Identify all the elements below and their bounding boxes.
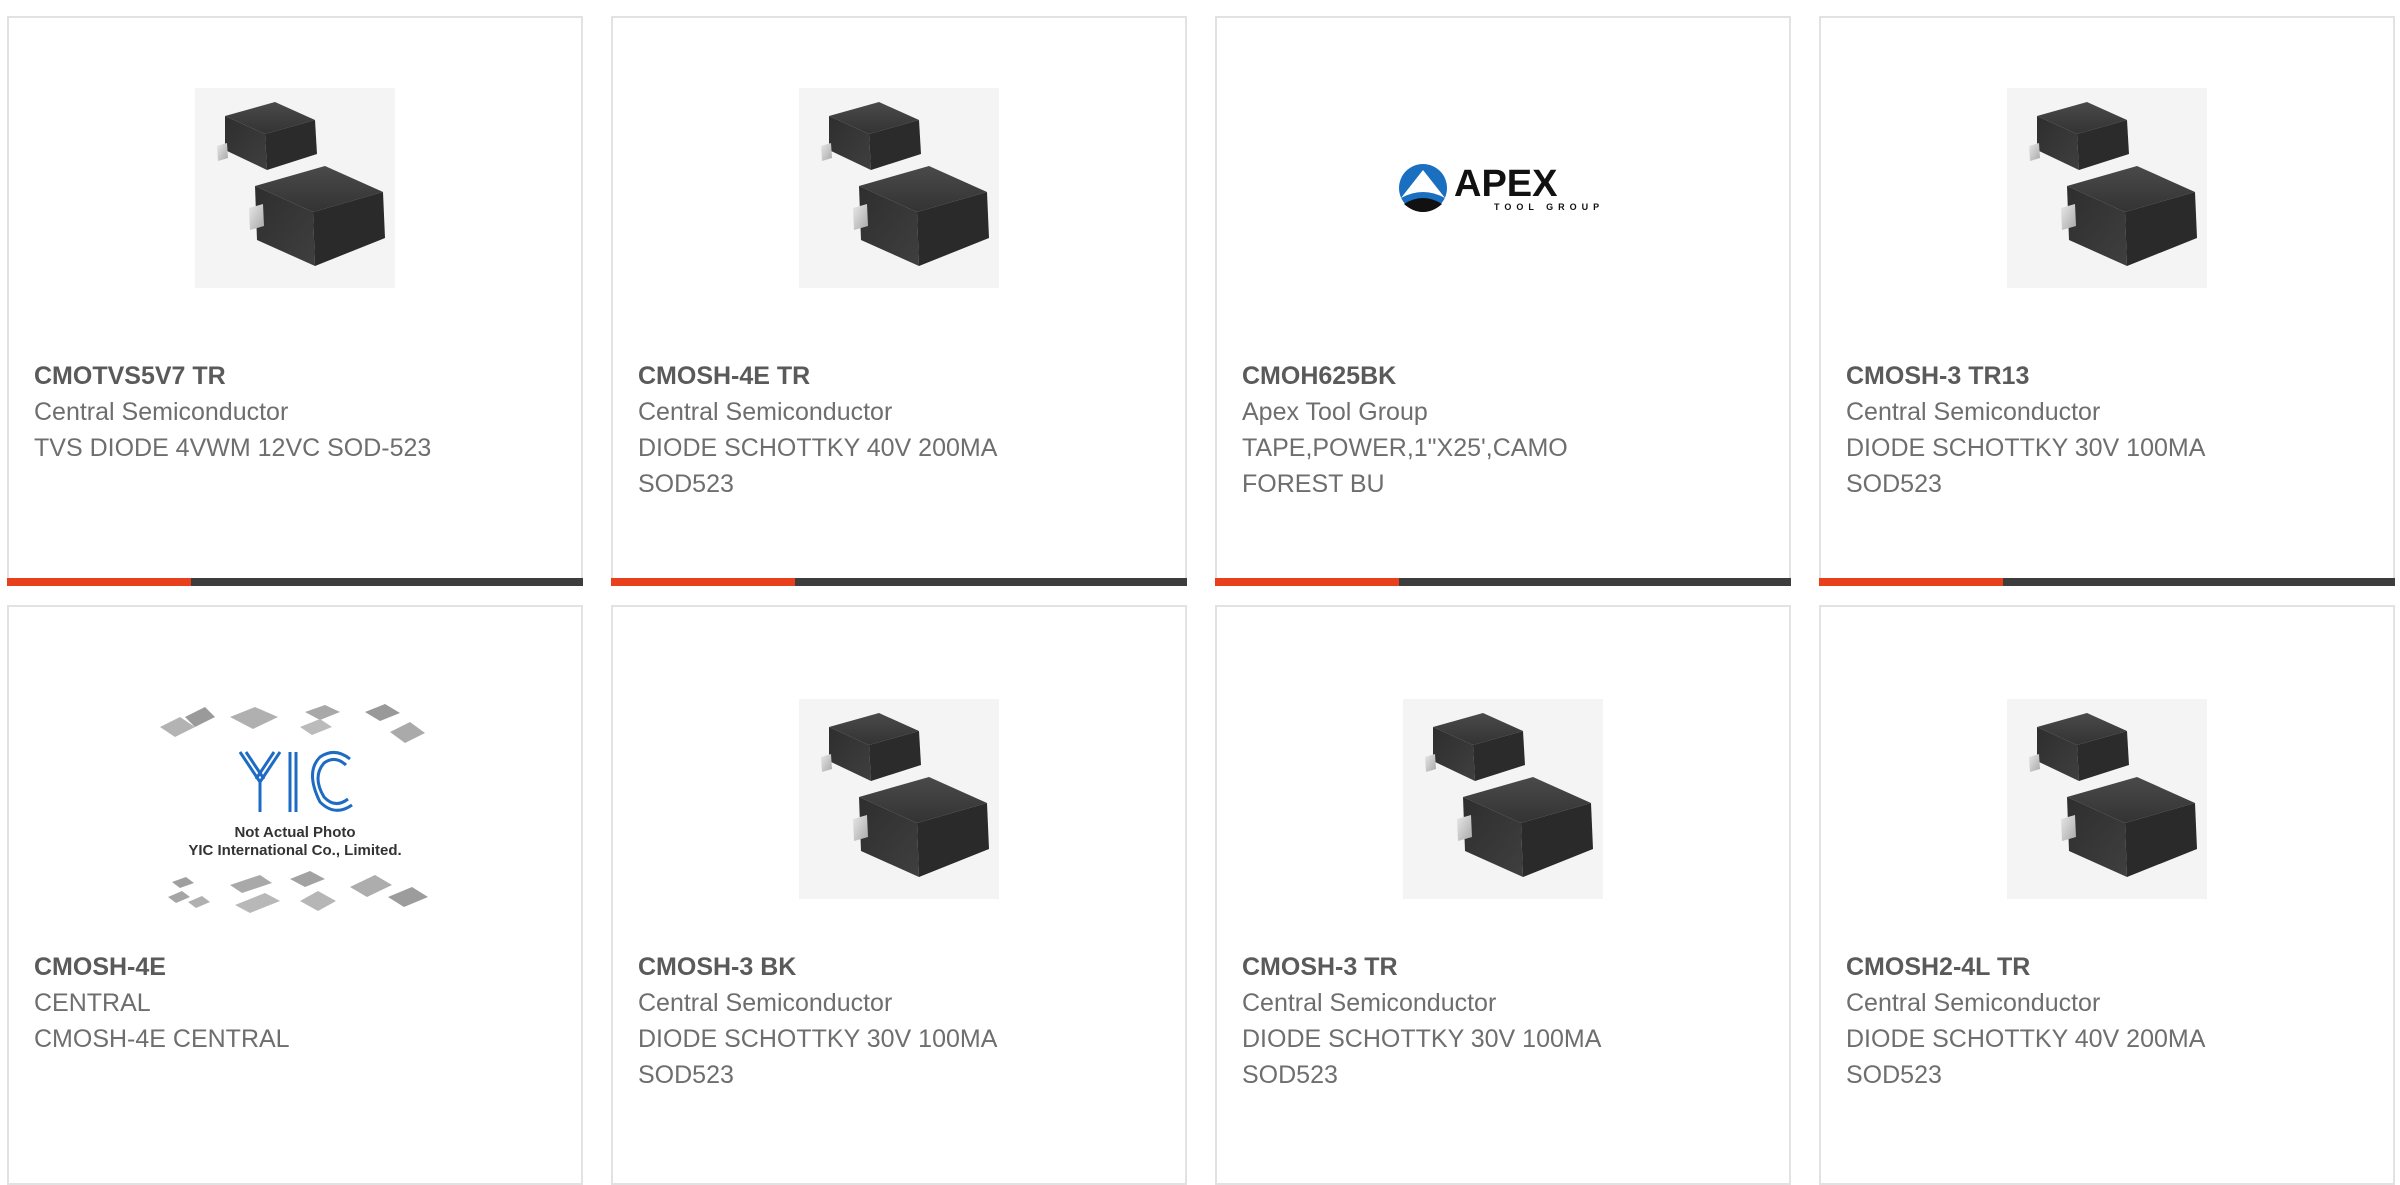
diode-package-icon — [1403, 699, 1603, 899]
product-description: DIODE SCHOTTKY 40V 200MA SOD523 — [1846, 1025, 2204, 1089]
part-number-link[interactable]: CMOSH-3 TR — [1242, 949, 1662, 985]
product-description: TVS DIODE 4VWM 12VC SOD-523 — [34, 434, 432, 462]
part-number-link[interactable]: CMOH625BK — [1242, 358, 1662, 394]
product-card[interactable]: CMOSH-3 BK Central Semiconductor DIODE S… — [611, 605, 1187, 1185]
product-image[interactable]: Not Actual Photo YIC International Co., … — [9, 687, 581, 927]
product-info: CMOSH-3 TR13 Central Semiconductor DIODE… — [1846, 358, 2266, 502]
part-number-link[interactable]: CMOSH-3 BK — [638, 949, 1058, 985]
manufacturer-name: Central Semiconductor — [34, 398, 289, 426]
card-accent-bar — [1215, 578, 1399, 586]
product-card[interactable]: CMOSH-3 TR Central Semiconductor DIODE S… — [1215, 605, 1791, 1185]
manufacturer-name: Central Semiconductor — [1242, 989, 1497, 1017]
product-description: DIODE SCHOTTKY 30V 100MA SOD523 — [638, 1025, 996, 1089]
part-number-link[interactable]: CMOSH-4E — [34, 949, 454, 985]
product-info: CMOSH-4E CENTRAL CMOSH-4E CENTRAL — [34, 949, 454, 1057]
product-description: TAPE,POWER,1"X25',CAMO FOREST BU — [1242, 434, 1568, 498]
product-image[interactable] — [613, 679, 1185, 919]
part-number-link[interactable]: CMOSH2-4L TR — [1846, 949, 2266, 985]
card-footer-bar — [1819, 578, 2395, 586]
product-image[interactable] — [1821, 68, 2393, 308]
manufacturer-name: Central Semiconductor — [1846, 398, 2101, 426]
diode-package-icon — [195, 88, 395, 288]
product-card[interactable]: CMOSH-4E TR Central Semiconductor DIODE … — [611, 16, 1187, 586]
product-description: DIODE SCHOTTKY 30V 100MA SOD523 — [1846, 434, 2204, 498]
part-number-link[interactable]: CMOSH-3 TR13 — [1846, 358, 2266, 394]
product-info: CMOH625BK Apex Tool Group TAPE,POWER,1"X… — [1242, 358, 1662, 502]
product-description: DIODE SCHOTTKY 40V 200MA SOD523 — [638, 434, 996, 498]
manufacturer-name: Central Semiconductor — [638, 989, 893, 1017]
manufacturer-name: Central Semiconductor — [638, 398, 893, 426]
product-card[interactable]: CMOSH2-4L TR Central Semiconductor DIODE… — [1819, 605, 2395, 1185]
part-number-link[interactable]: CMOTVS5V7 TR — [34, 358, 454, 394]
card-footer-bar — [611, 578, 1187, 586]
part-number-link[interactable]: CMOSH-4E TR — [638, 358, 1058, 394]
card-footer-bar — [7, 578, 583, 586]
svg-text:TOOL GROUP: TOOL GROUP — [1494, 202, 1604, 212]
yic-placeholder-image: Not Actual Photo YIC International Co., … — [160, 704, 428, 913]
svg-text:APEX: APEX — [1454, 163, 1558, 205]
card-footer-bar — [1215, 578, 1791, 586]
svg-text:YIC International Co., Limited: YIC International Co., Limited. — [188, 842, 401, 859]
product-card[interactable]: CMOSH-3 TR13 Central Semiconductor DIODE… — [1819, 16, 2395, 586]
product-grid: CMOTVS5V7 TR Central Semiconductor TVS D… — [0, 0, 2400, 1185]
product-info: CMOSH-3 BK Central Semiconductor DIODE S… — [638, 949, 1058, 1093]
manufacturer-name: CENTRAL — [34, 989, 151, 1017]
apex-logo: APEX TOOL GROUP — [1399, 163, 1604, 212]
product-card[interactable]: Not Actual Photo YIC International Co., … — [7, 605, 583, 1185]
product-card[interactable]: CMOTVS5V7 TR Central Semiconductor TVS D… — [7, 16, 583, 586]
product-info: CMOSH-4E TR Central Semiconductor DIODE … — [638, 358, 1058, 502]
product-info: CMOTVS5V7 TR Central Semiconductor TVS D… — [34, 358, 454, 466]
manufacturer-name: Apex Tool Group — [1242, 398, 1428, 426]
product-info: CMOSH-3 TR Central Semiconductor DIODE S… — [1242, 949, 1662, 1093]
product-image[interactable] — [1821, 679, 2393, 919]
product-info: CMOSH2-4L TR Central Semiconductor DIODE… — [1846, 949, 2266, 1093]
product-image[interactable] — [1217, 679, 1789, 919]
manufacturer-name: Central Semiconductor — [1846, 989, 2101, 1017]
product-image[interactable]: APEX TOOL GROUP — [1217, 68, 1789, 308]
diode-package-icon — [799, 699, 999, 899]
product-image[interactable] — [613, 68, 1185, 308]
diode-package-icon — [2007, 88, 2207, 288]
product-card[interactable]: APEX TOOL GROUP CMOH625BK Apex Tool Grou… — [1215, 16, 1791, 586]
product-image[interactable] — [9, 68, 581, 308]
card-accent-bar — [7, 578, 191, 586]
product-description: DIODE SCHOTTKY 30V 100MA SOD523 — [1242, 1025, 1600, 1089]
diode-package-icon — [799, 88, 999, 288]
svg-text:Not Actual Photo: Not Actual Photo — [234, 824, 355, 841]
card-accent-bar — [611, 578, 795, 586]
product-description: CMOSH-4E CENTRAL — [34, 1025, 290, 1053]
diode-package-icon — [2007, 699, 2207, 899]
card-accent-bar — [1819, 578, 2003, 586]
